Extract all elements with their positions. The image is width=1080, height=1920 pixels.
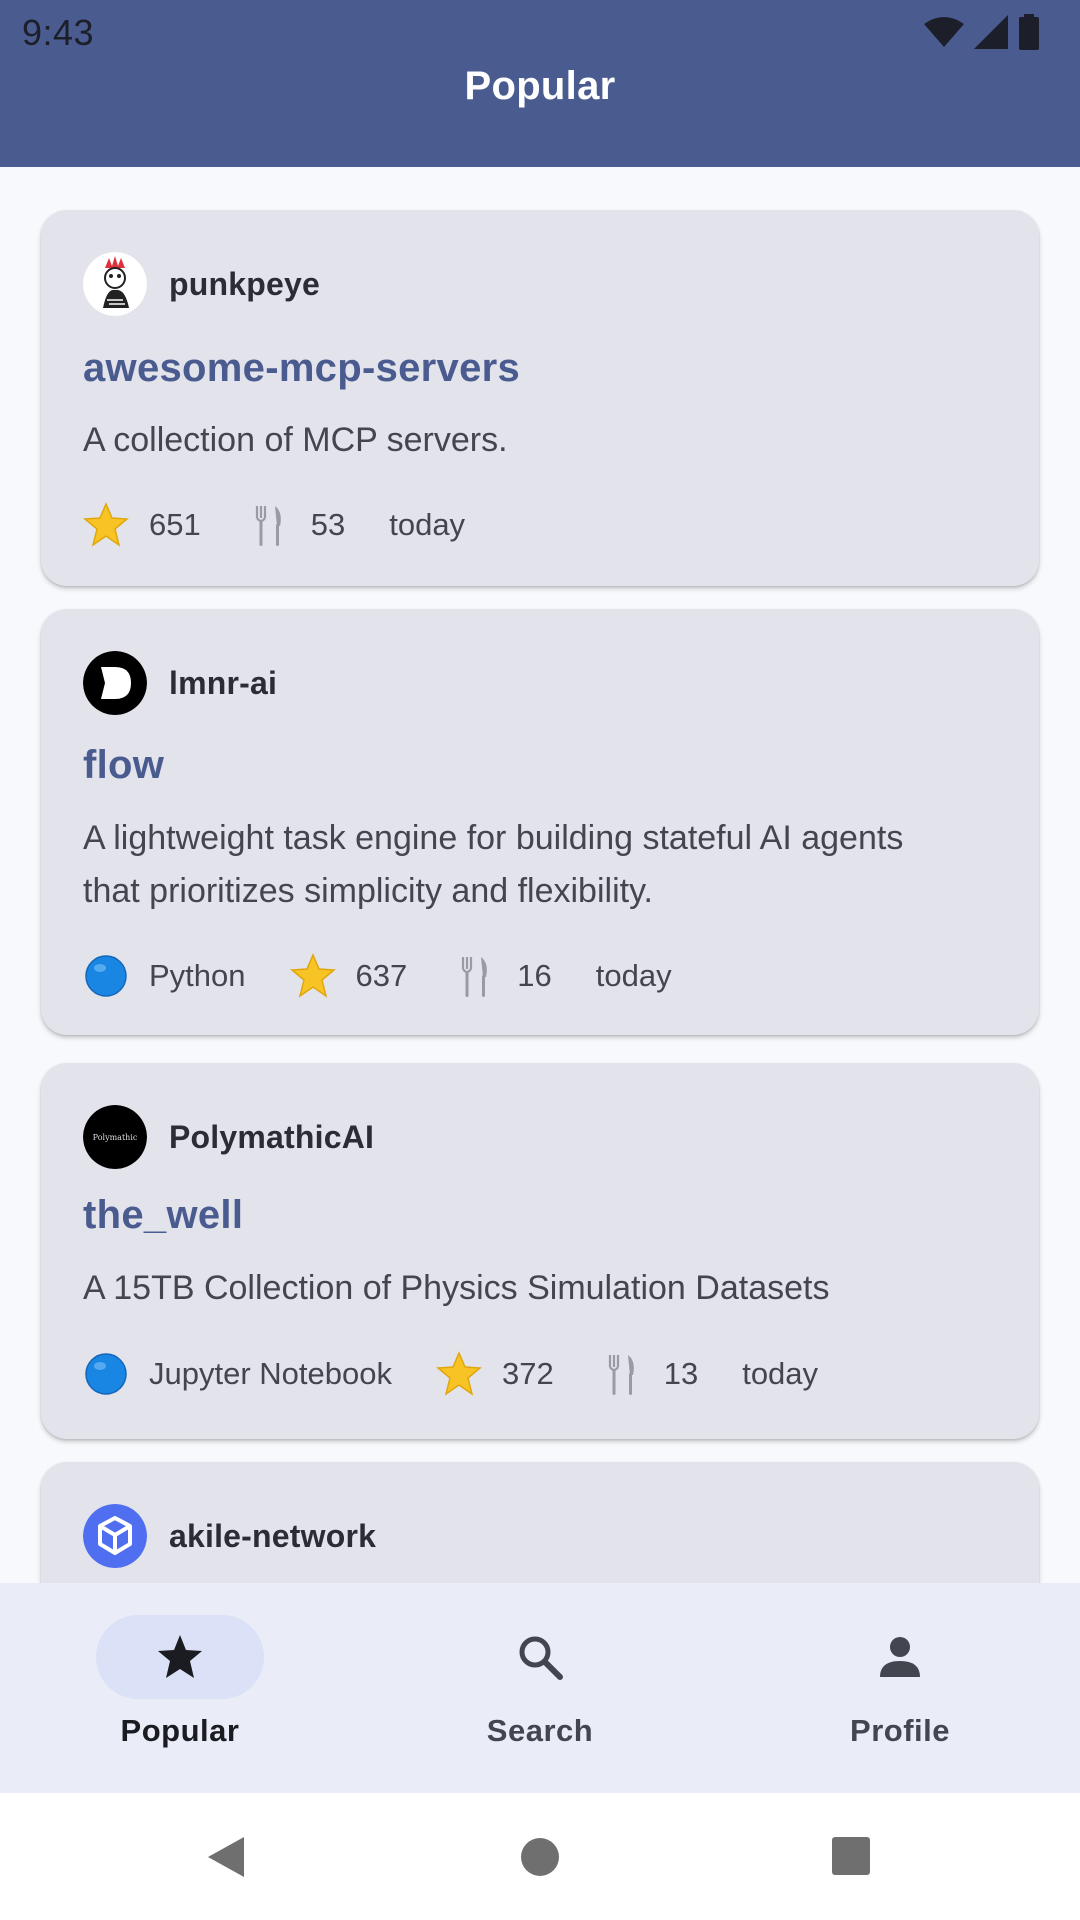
- repo-description: A lightweight task engine for building s…: [83, 819, 904, 910]
- nav-label: Profile: [850, 1713, 950, 1748]
- nav-label: Popular: [120, 1713, 240, 1748]
- forks-count: 13: [663, 1356, 699, 1391]
- owner-name: PolymathicAI: [169, 1118, 375, 1155]
- system-navigation-bar: [0, 1793, 1080, 1920]
- owner-row: punkpeye: [83, 252, 320, 316]
- star-icon: [289, 953, 336, 998]
- language-stat: Python: [83, 953, 246, 999]
- fork-knife-icon: [462, 957, 488, 997]
- stars-stat: 372: [436, 1351, 554, 1397]
- fork-knife-icon: [255, 506, 281, 546]
- language-label: Jupyter Notebook: [149, 1356, 392, 1391]
- owner-name: lmnr-ai: [169, 664, 278, 701]
- repo-card[interactable]: akile-network: [41, 1462, 1039, 1583]
- repo-meta: 651 53 today: [83, 500, 509, 550]
- owner-row: lmnr-ai: [83, 651, 277, 715]
- stars-count: 637: [355, 958, 408, 993]
- repo-list[interactable]: punkpeye awesome-mcp-servers A collectio…: [0, 167, 1080, 1583]
- forks-count: 16: [517, 958, 552, 993]
- page-title: Popular: [464, 64, 616, 108]
- bottom-navigation: Popular Search Profile: [0, 1583, 1080, 1793]
- person-icon: [880, 1637, 920, 1677]
- nav-active-indicator: [96, 1615, 264, 1699]
- owner-name: akile-network: [169, 1517, 377, 1554]
- nav-icon-wrap: [456, 1615, 624, 1699]
- forks-stat: 13: [598, 1351, 698, 1397]
- owner-row: akile-network: [83, 1504, 376, 1568]
- star-icon: [158, 1635, 202, 1678]
- repo-meta: Jupyter Notebook 372 13 today: [83, 1349, 862, 1399]
- status-icons: [924, 12, 1040, 52]
- owner-name: punkpeye: [169, 265, 320, 302]
- repo-name[interactable]: the_well: [83, 1193, 243, 1238]
- home-icon[interactable]: [520, 1835, 560, 1879]
- repo-description: A 15TB Collection of Physics Simulation …: [83, 1269, 830, 1307]
- language-stat: Jupyter Notebook: [83, 1351, 392, 1397]
- owner-avatar: [83, 651, 147, 715]
- repo-card[interactable]: punkpeye awesome-mcp-servers A collectio…: [41, 210, 1039, 586]
- nav-item-profile[interactable]: Profile: [720, 1615, 1080, 1765]
- fork-knife-icon: [608, 1355, 634, 1395]
- repo-card[interactable]: lmnr-ai flow A lightweight task engine f…: [41, 609, 1039, 1035]
- forks-count: 53: [310, 507, 346, 542]
- updated-stat: today: [389, 507, 465, 543]
- forks-stat: 16: [451, 953, 552, 999]
- stars-count: 372: [501, 1356, 554, 1391]
- updated-label: today: [742, 1356, 819, 1391]
- stars-stat: 637: [289, 953, 408, 999]
- nav-item-search[interactable]: Search: [360, 1615, 720, 1765]
- language-label: Python: [149, 958, 246, 993]
- search-icon: [519, 1636, 563, 1680]
- updated-stat: today: [596, 958, 672, 994]
- updated-stat: today: [742, 1356, 818, 1392]
- recents-icon[interactable]: [830, 1835, 872, 1877]
- repo-name[interactable]: flow: [83, 743, 164, 788]
- blue-circle-icon: [85, 1353, 127, 1395]
- updated-label: today: [595, 958, 672, 993]
- stars-count: 651: [149, 507, 201, 542]
- battery-icon: [1019, 14, 1039, 50]
- forks-stat: 53: [245, 502, 345, 548]
- back-icon[interactable]: [204, 1835, 248, 1879]
- owner-avatar: Polymathic: [83, 1105, 147, 1169]
- star-icon: [436, 1351, 482, 1396]
- repo-card[interactable]: Polymathic PolymathicAI the_well A 15TB …: [41, 1063, 1039, 1439]
- repo-name[interactable]: awesome-mcp-servers: [83, 346, 520, 391]
- nav-item-popular[interactable]: Popular: [0, 1615, 360, 1765]
- blue-circle-icon: [85, 955, 127, 997]
- owner-avatar: [83, 252, 147, 316]
- top-app-bar: 9:43 Popular: [0, 0, 1080, 167]
- owner-avatar: [83, 1504, 147, 1568]
- owner-row: Polymathic PolymathicAI: [83, 1105, 374, 1169]
- status-time: 9:43: [22, 12, 95, 53]
- nav-icon-wrap: [816, 1615, 984, 1699]
- nav-label: Search: [486, 1713, 594, 1748]
- wifi-icon: [924, 17, 964, 47]
- updated-label: today: [389, 507, 466, 542]
- repo-meta: Python 637 16 today: [83, 951, 716, 1001]
- stars-stat: 651: [83, 502, 201, 548]
- avatar-logo-text: Polymathic: [93, 1133, 138, 1142]
- star-icon: [83, 502, 129, 547]
- repo-description: A collection of MCP servers.: [83, 421, 508, 459]
- signal-icon: [974, 15, 1008, 49]
